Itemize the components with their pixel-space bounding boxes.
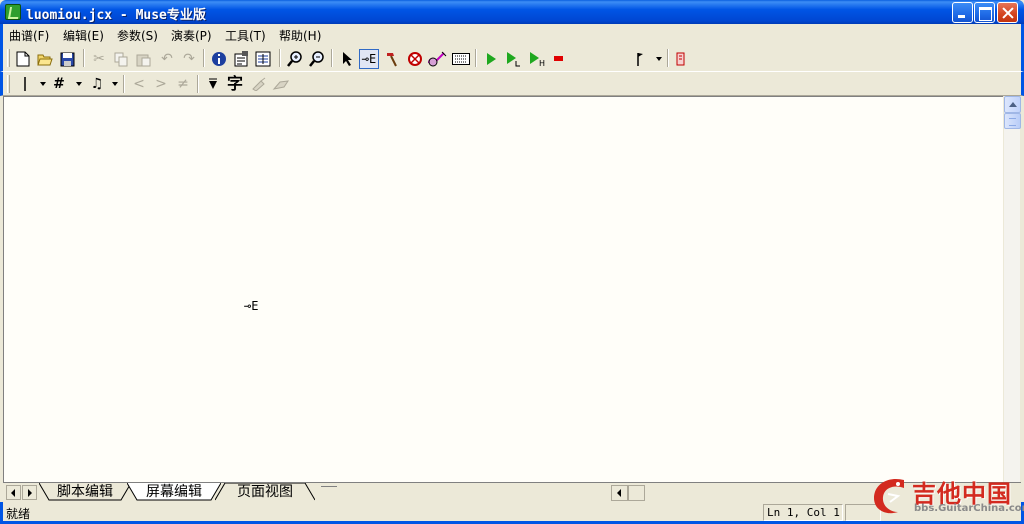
vertical-scrollbar[interactable] (1003, 96, 1021, 482)
hscroll-thumb[interactable] (628, 485, 645, 501)
main-toolbar: ✂ ↶ ↷ ⊸E H (0, 45, 1024, 113)
hammer-icon[interactable] (381, 49, 401, 69)
menu-score[interactable]: 曲谱(F) (9, 27, 49, 44)
minimize-button[interactable] (952, 2, 973, 23)
title-bar[interactable]: luomiou.jcx - Muse专业版 (0, 0, 1024, 24)
no-entry-icon[interactable] (405, 49, 425, 69)
notation-toolbar: # ♫ < > ≠ 字 (0, 72, 1024, 96)
chevron-down-icon[interactable] (105, 74, 125, 94)
app-icon[interactable] (5, 4, 21, 20)
chevron-down-icon[interactable] (649, 49, 669, 69)
toolbar-grip[interactable] (7, 75, 10, 93)
undo-icon[interactable]: ↶ (157, 49, 177, 69)
stop-icon[interactable] (549, 49, 569, 69)
beamed-notes-icon[interactable]: ♫ (87, 74, 107, 94)
cursor-position: Ln 1, Col 1 (763, 504, 843, 521)
scroll-thumb[interactable] (1004, 113, 1021, 129)
down-marker-icon[interactable] (203, 74, 223, 94)
crescendo-icon[interactable]: < (129, 74, 149, 94)
tab-splitter[interactable] (321, 486, 337, 488)
redo-icon[interactable]: ↷ (179, 49, 199, 69)
play-icon[interactable] (481, 49, 501, 69)
chevron-down-icon[interactable] (69, 74, 89, 94)
note-input-cursor: ⊸E (244, 299, 259, 313)
dragon-logo-icon (874, 478, 904, 514)
site-watermark: 吉他中国 bbs.GuitarChina.com (868, 470, 1024, 520)
open-folder-icon[interactable] (35, 49, 55, 69)
tab-page-view[interactable]: 页面视图 (215, 483, 315, 501)
guitar-icon[interactable] (427, 49, 447, 69)
maximize-button[interactable] (974, 2, 995, 23)
eraser-pen-icon[interactable] (249, 74, 269, 94)
menu-edit[interactable]: 编辑(E) (63, 27, 104, 44)
menu-params[interactable]: 参数(S) (117, 27, 158, 44)
svg-text:H: H (539, 59, 545, 67)
note-input-icon[interactable]: ⊸E (359, 49, 379, 69)
cut-icon[interactable]: ✂ (89, 49, 109, 69)
tab-scroll-left-button[interactable] (6, 485, 21, 500)
tab-scroll-right-button[interactable] (22, 485, 37, 500)
properties-icon[interactable] (231, 49, 251, 69)
play-from-cursor-icon[interactable] (503, 49, 523, 69)
score-editor-canvas[interactable]: ⊸E (3, 96, 1003, 482)
decrescendo-icon[interactable]: > (151, 74, 171, 94)
scroll-up-button[interactable] (1004, 96, 1021, 113)
hscroll-left-button[interactable] (611, 485, 628, 501)
menu-play[interactable]: 演奏(P) (171, 27, 212, 44)
info-icon[interactable] (209, 49, 229, 69)
brush-icon[interactable] (271, 74, 291, 94)
not-equal-icon[interactable]: ≠ (173, 74, 193, 94)
zoom-in-icon[interactable] (285, 49, 305, 69)
menu-help[interactable]: 帮助(H) (279, 27, 321, 44)
toolbar-grip[interactable] (7, 49, 10, 67)
tab-screen-edit[interactable]: 屏幕编辑 (127, 483, 221, 501)
menu-bar: 曲谱(F) 编辑(E) 参数(S) 演奏(P) 工具(T) 帮助(H) (0, 24, 1024, 45)
horizontal-scrollbar[interactable] (611, 485, 651, 501)
device-icon[interactable] (671, 49, 691, 69)
layout-icon[interactable] (253, 49, 273, 69)
text-char-icon[interactable]: 字 (225, 74, 245, 94)
close-button[interactable] (997, 2, 1018, 23)
metronome-flag-icon[interactable] (631, 49, 651, 69)
barline-icon[interactable] (15, 74, 35, 94)
sharp-icon[interactable]: # (49, 74, 69, 94)
zoom-out-icon[interactable] (307, 49, 327, 69)
watermark-url: bbs.GuitarChina.com (914, 503, 1024, 514)
copy-icon[interactable] (111, 49, 131, 69)
play-from-head-icon[interactable]: H (527, 49, 547, 69)
new-file-icon[interactable] (13, 49, 33, 69)
menu-tools[interactable]: 工具(T) (225, 27, 266, 44)
window-title: luomiou.jcx - Muse专业版 (26, 8, 206, 23)
paste-icon[interactable] (133, 49, 153, 69)
save-disk-icon[interactable] (57, 49, 77, 69)
keyboard-icon[interactable] (451, 49, 471, 69)
status-ready-text: 就绪 (6, 507, 31, 521)
tab-script-edit[interactable]: 脚本编辑 (39, 483, 131, 501)
pointer-arrow-icon[interactable] (337, 49, 357, 69)
